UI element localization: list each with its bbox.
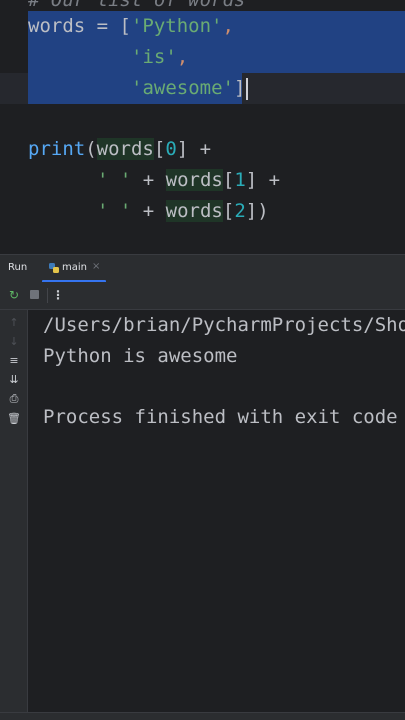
soft-wrap-icon[interactable]: ≡ (6, 353, 22, 369)
code-line-5[interactable]: ' ' + words[1] + (0, 165, 405, 196)
status-bar (0, 712, 405, 720)
code-line-4[interactable]: print(words[0] + (0, 134, 405, 165)
console-output-line: Python is awesome (43, 345, 238, 367)
rerun-icon[interactable]: ↻ (7, 288, 21, 302)
index-number: 1 (234, 169, 246, 191)
print-icon[interactable]: ⎙ (6, 391, 22, 407)
plus-operator: + (131, 200, 166, 222)
string-space: ' ' (97, 200, 132, 222)
open-bracket: [ (222, 200, 235, 222)
text-caret (246, 77, 249, 100)
toolbar-divider (47, 288, 48, 303)
code-editor[interactable]: # Our list of words words = ['Python', '… (0, 0, 405, 254)
arrow-up-icon[interactable]: ↑ (6, 315, 22, 331)
console-output[interactable]: /Users/brian/PycharmProjects/Shor Python… (28, 310, 405, 712)
plus-operator: + (188, 138, 212, 160)
code-line-2[interactable]: 'is', (0, 42, 405, 73)
open-bracket: [ (222, 169, 235, 191)
code-line-3[interactable]: 'awesome'] (0, 73, 405, 104)
close-bracket: ] (245, 200, 258, 222)
variable-words: words (28, 15, 86, 37)
tab-main-label: main (62, 262, 87, 273)
run-tool-window-header: Run main × (0, 254, 405, 283)
comma: , (222, 15, 234, 37)
run-toolbar: ↻ ⋮ (0, 282, 405, 310)
string-awesome: 'awesome' (131, 77, 234, 99)
index-number: 0 (165, 138, 177, 160)
comma: , (176, 46, 189, 68)
arrow-down-icon[interactable]: ↓ (6, 334, 22, 350)
index-number: 2 (234, 200, 246, 222)
assign-operator: = [ (85, 15, 131, 37)
string-space: ' ' (97, 169, 132, 191)
open-bracket: [ (153, 138, 166, 160)
code-line-1[interactable]: words = ['Python', (0, 11, 405, 42)
plus-operator: + (257, 169, 281, 191)
plus-operator: + (131, 169, 166, 191)
console-exit-line: Process finished with exit code 0 (43, 406, 405, 428)
run-panel-title: Run (8, 262, 28, 273)
close-bracket: ] (233, 77, 246, 99)
close-bracket: ] (176, 138, 189, 160)
python-icon (49, 263, 59, 273)
variable-words: words (165, 200, 223, 222)
more-options-icon[interactable]: ⋮ (51, 288, 65, 302)
stop-icon[interactable] (28, 288, 42, 302)
open-paren: ( (85, 138, 97, 160)
variable-words: words (165, 169, 223, 191)
console-path-line: /Users/brian/PycharmProjects/Shor (43, 314, 405, 336)
trash-icon[interactable]: 🗑 (6, 411, 22, 427)
code-line-6[interactable]: ' ' + words[2]) (0, 196, 405, 227)
selection-highlight (28, 42, 405, 73)
function-print: print (28, 138, 86, 160)
close-bracket: ] (245, 169, 258, 191)
scroll-to-end-icon[interactable]: ⇊ (6, 372, 22, 388)
close-tab-icon[interactable]: × (92, 261, 100, 272)
console-actions-sidebar: ↑ ↓ ≡ ⇊ ⎙ 🗑 (0, 310, 28, 720)
close-paren: ) (257, 200, 269, 222)
string-is: 'is' (131, 46, 177, 68)
string-python: 'Python' (130, 15, 223, 37)
variable-words: words (96, 138, 154, 160)
tab-main[interactable]: main × (40, 255, 106, 283)
